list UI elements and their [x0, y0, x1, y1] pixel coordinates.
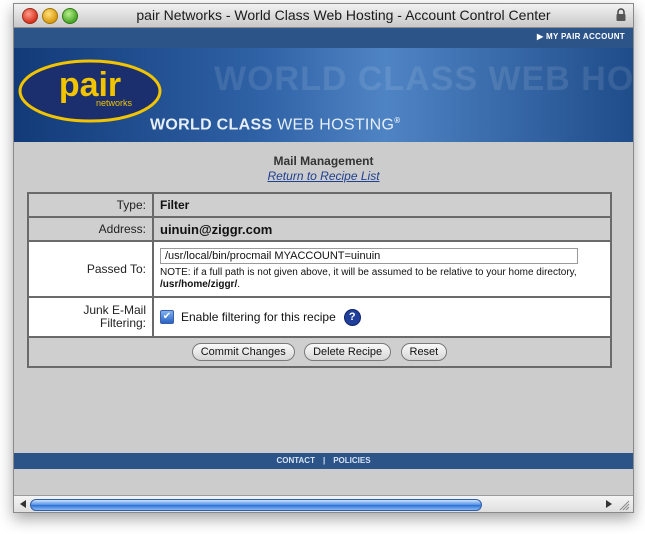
- header-banner: WORLD CLASS WEB HOSTING pair networks WO…: [14, 48, 633, 142]
- pair-networks-logo[interactable]: pair networks: [18, 58, 164, 124]
- web-page: ▶ MY PAIR ACCOUNT WORLD CLASS WEB HOSTIN…: [14, 28, 633, 495]
- footer-separator: |: [322, 456, 326, 465]
- junk-filtering-label: Junk E-Mail Filtering:: [27, 296, 154, 338]
- footer-nav: CONTACT | POLICIES: [14, 453, 633, 469]
- table-row: Commit Changes Delete Recipe Reset: [27, 336, 612, 368]
- logo-subtext: networks: [96, 98, 133, 108]
- top-nav: ▶ MY PAIR ACCOUNT: [14, 28, 633, 48]
- contact-link[interactable]: CONTACT: [276, 456, 315, 465]
- resize-grip-icon[interactable]: [618, 499, 630, 511]
- address-label: Address:: [27, 216, 154, 242]
- delete-recipe-button[interactable]: Delete Recipe: [304, 343, 392, 361]
- help-icon[interactable]: ?: [343, 308, 361, 326]
- recipe-form-table: Type: Filter Address: uinuin@ziggr.com P…: [27, 192, 612, 368]
- lock-icon: [616, 8, 626, 21]
- scroll-thumb[interactable]: [30, 499, 482, 511]
- reset-button[interactable]: Reset: [400, 343, 448, 361]
- passed-to-label: Passed To:: [27, 240, 154, 298]
- passed-to-input[interactable]: [160, 247, 578, 264]
- page-title: Mail Management: [273, 154, 374, 168]
- address-value: uinuin@ziggr.com: [160, 221, 273, 237]
- type-label: Type:: [27, 192, 154, 218]
- commit-changes-button[interactable]: Commit Changes: [191, 343, 295, 361]
- horizontal-scrollbar[interactable]: [14, 495, 633, 512]
- table-row: Type: Filter: [27, 192, 612, 218]
- close-window-button[interactable]: [22, 8, 38, 24]
- table-row: Junk E-Mail Filtering: ✔ Enable filtering…: [27, 296, 612, 338]
- junk-filtering-checkbox[interactable]: ✔: [160, 310, 174, 324]
- banner-background-text: WORLD CLASS WEB HOSTING: [214, 60, 633, 98]
- title-bar: pair Networks - World Class Web Hosting …: [14, 4, 633, 28]
- return-to-recipe-list-link[interactable]: Return to Recipe List: [14, 169, 633, 183]
- banner-tagline: WORLD CLASS WEB HOSTING®: [150, 116, 401, 134]
- table-row: Address: uinuin@ziggr.com: [27, 216, 612, 242]
- minimize-window-button[interactable]: [42, 8, 58, 24]
- my-pair-account-link[interactable]: ▶ MY PAIR ACCOUNT: [537, 32, 625, 41]
- policies-link[interactable]: POLICIES: [333, 456, 370, 465]
- window-title: pair Networks - World Class Web Hosting …: [136, 7, 551, 23]
- junk-filtering-checkbox-label[interactable]: Enable filtering for this recipe: [181, 310, 336, 324]
- type-value: Filter: [160, 198, 190, 212]
- scroll-right-arrow-icon[interactable]: [606, 500, 612, 508]
- scroll-left-arrow-icon[interactable]: [20, 500, 26, 508]
- zoom-window-button[interactable]: [62, 8, 78, 24]
- browser-window: pair Networks - World Class Web Hosting …: [13, 3, 634, 513]
- passed-to-note: NOTE: if a full path is not given above,…: [160, 266, 577, 290]
- table-row: Passed To: NOTE: if a full path is not g…: [27, 240, 612, 298]
